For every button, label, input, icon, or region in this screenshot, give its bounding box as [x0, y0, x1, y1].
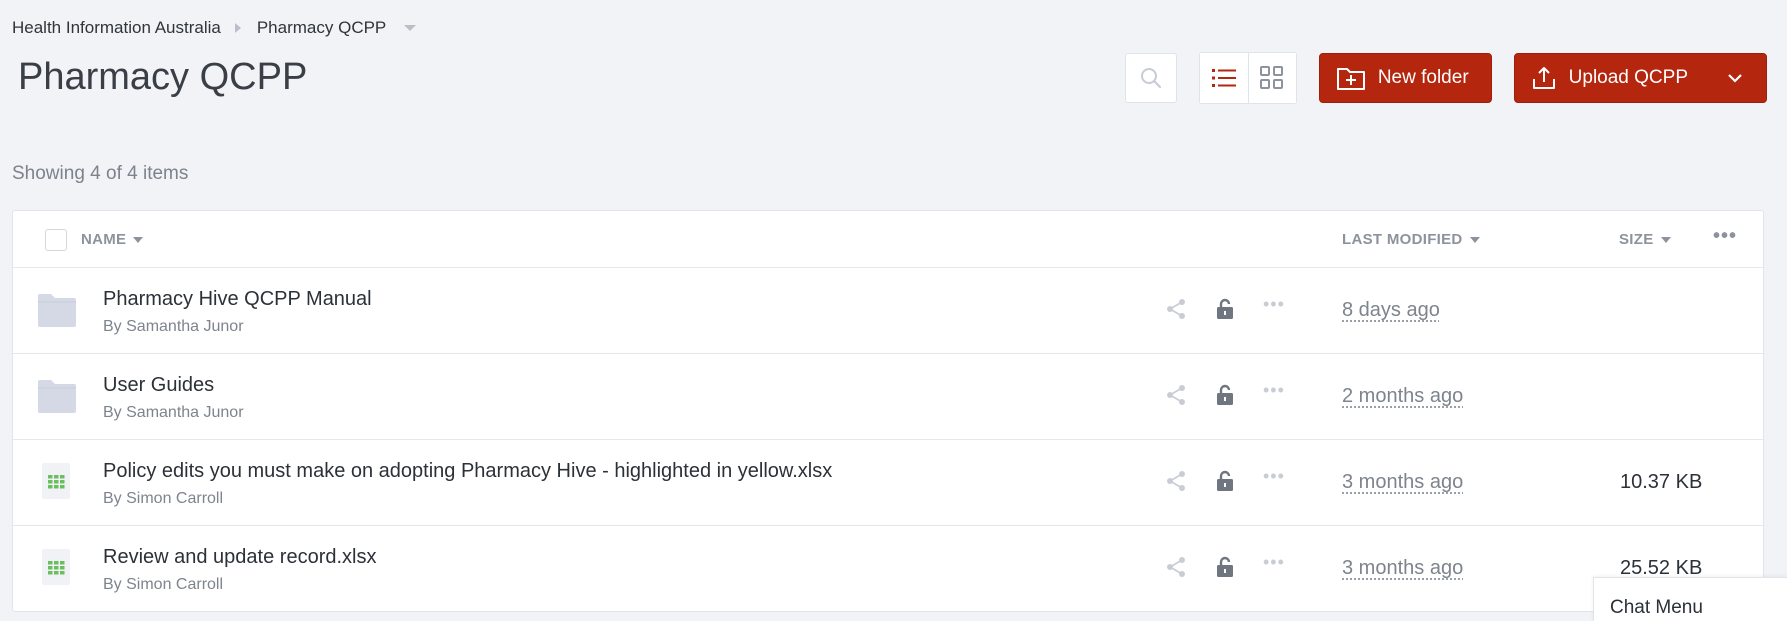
table-row[interactable]: Pharmacy Hive QCPP Manual By Samantha Ju…	[13, 268, 1763, 354]
table-row[interactable]: User Guides By Samantha Junor ••• 2 mont…	[13, 354, 1763, 440]
folder-icon	[37, 292, 77, 333]
last-modified: 3 months ago	[1342, 557, 1464, 579]
file-owner: By Simon Carroll	[103, 490, 224, 507]
new-folder-button[interactable]: New folder	[1318, 53, 1492, 103]
chevron-down-icon	[1728, 74, 1742, 83]
column-modified-header[interactable]: LAST MODIFIED	[1342, 231, 1480, 248]
column-size-header[interactable]: SIZE	[1619, 231, 1671, 248]
file-name[interactable]: Policy edits you must make on adopting P…	[103, 460, 832, 483]
row-more-icon[interactable]: •••	[1263, 380, 1285, 401]
page-title: Pharmacy QCPP	[18, 56, 308, 98]
spreadsheet-icon	[39, 548, 73, 591]
row-more-icon[interactable]: •••	[1263, 552, 1285, 573]
column-name-header[interactable]: NAME	[81, 231, 144, 248]
spreadsheet-icon	[39, 462, 73, 505]
breadcrumb: Health Information Australia Pharmacy QC…	[12, 18, 417, 38]
view-toggle	[1198, 52, 1297, 104]
upload-icon	[1532, 67, 1555, 89]
unlock-icon[interactable]	[1216, 298, 1234, 325]
file-name[interactable]: Review and update record.xlsx	[103, 546, 376, 569]
file-table: NAME LAST MODIFIED SIZE ••• Pharmacy Hiv…	[12, 210, 1764, 612]
search-button[interactable]	[1124, 53, 1177, 103]
more-options-icon[interactable]: •••	[1713, 225, 1737, 248]
file-name[interactable]: Pharmacy Hive QCPP Manual	[103, 288, 372, 311]
grid-view-button[interactable]	[1247, 53, 1296, 103]
table-header: NAME LAST MODIFIED SIZE •••	[13, 211, 1763, 268]
new-folder-label: New folder	[1377, 67, 1469, 88]
unlock-icon[interactable]	[1216, 384, 1234, 411]
share-icon[interactable]	[1165, 298, 1187, 325]
toolbar: New folder Upload QCPP	[1124, 52, 1767, 104]
grid-view-icon	[1260, 66, 1284, 89]
list-view-icon	[1211, 69, 1236, 87]
share-icon[interactable]	[1165, 470, 1187, 497]
file-owner: By Samantha Junor	[103, 404, 244, 421]
breadcrumb-root-link[interactable]: Health Information Australia	[12, 18, 221, 38]
sort-caret-icon	[1469, 236, 1480, 243]
file-owner: By Simon Carroll	[103, 576, 224, 593]
upload-label: Upload QCPP	[1568, 67, 1688, 88]
upload-button[interactable]: Upload QCPP	[1513, 53, 1767, 103]
upload-dropdown-button[interactable]	[1716, 54, 1766, 102]
folder-icon	[37, 378, 77, 419]
table-row[interactable]: Review and update record.xlsx By Simon C…	[13, 526, 1763, 612]
folder-plus-icon	[1336, 68, 1365, 90]
share-icon[interactable]	[1165, 384, 1187, 411]
table-row[interactable]: Policy edits you must make on adopting P…	[13, 440, 1763, 526]
item-count: Showing 4 of 4 items	[12, 163, 189, 184]
file-size: 10.37 KB	[1620, 471, 1703, 493]
file-name[interactable]: User Guides	[103, 374, 214, 397]
search-icon	[1140, 68, 1161, 89]
unlock-icon[interactable]	[1216, 470, 1234, 497]
sort-caret-icon	[133, 236, 144, 243]
last-modified: 2 months ago	[1342, 385, 1464, 407]
list-view-button[interactable]	[1199, 53, 1248, 103]
unlock-icon[interactable]	[1216, 556, 1234, 583]
chevron-right-icon	[234, 23, 241, 33]
row-more-icon[interactable]: •••	[1263, 294, 1285, 315]
last-modified: 3 months ago	[1342, 471, 1464, 493]
breadcrumb-current[interactable]: Pharmacy QCPP	[257, 18, 386, 38]
file-owner: By Samantha Junor	[103, 318, 244, 335]
share-icon[interactable]	[1165, 556, 1187, 583]
row-more-icon[interactable]: •••	[1263, 466, 1285, 487]
sort-caret-icon	[1660, 236, 1671, 243]
last-modified: 8 days ago	[1342, 299, 1440, 321]
select-all-checkbox[interactable]	[45, 229, 67, 251]
chevron-down-icon[interactable]	[404, 25, 417, 31]
chat-menu-button[interactable]: Chat Menu	[1593, 577, 1787, 621]
table-body: Pharmacy Hive QCPP Manual By Samantha Ju…	[13, 268, 1763, 612]
